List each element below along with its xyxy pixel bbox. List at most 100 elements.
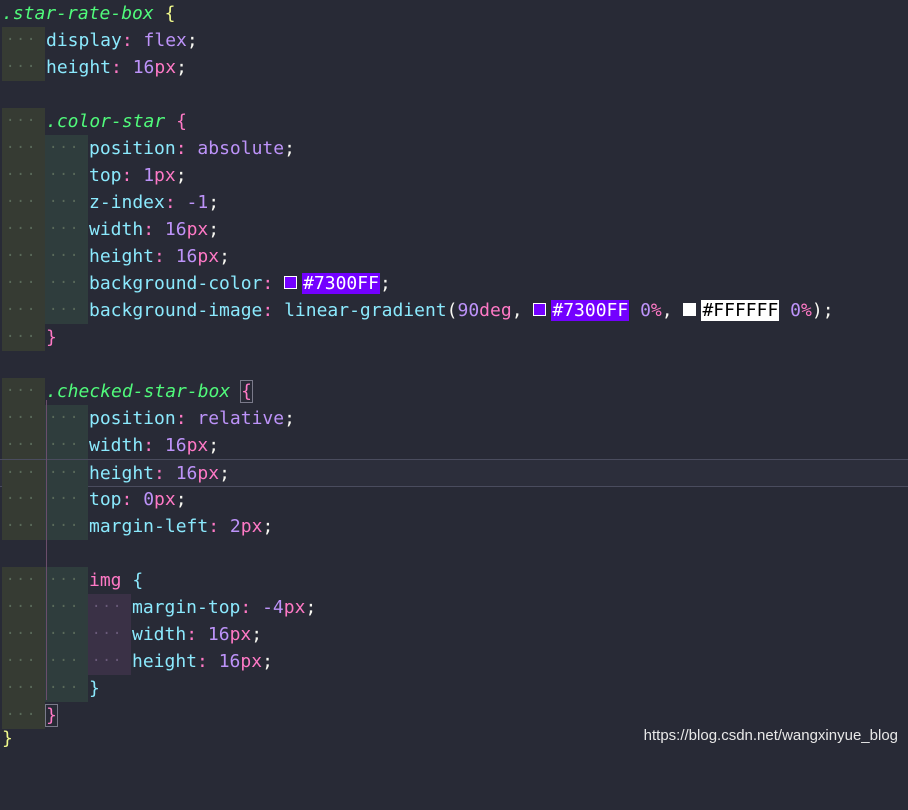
color-value: #FFFFFF (701, 300, 780, 321)
indent-guide: ··· (2, 135, 45, 162)
close-brace: } (46, 327, 57, 348)
open-brace: { (132, 570, 144, 591)
open-brace: { (164, 3, 176, 24)
indent-guide: ··· (2, 405, 45, 432)
indent-guide: ··· (45, 513, 88, 540)
code-line: ··· ··· ··· margin-top: -4px; (0, 594, 908, 621)
close-brace: } (89, 678, 100, 699)
indent-guide: ··· (2, 324, 45, 351)
property: width (89, 435, 144, 456)
code-line: ··· ··· ··· width: 16px; (0, 621, 908, 648)
indent-guide: ··· (45, 243, 88, 270)
indent-guide: ··· (45, 648, 88, 675)
code-line: ··· ··· img { (0, 567, 908, 594)
indent-guide: ··· (45, 675, 88, 702)
value: absolute (197, 138, 285, 159)
indent-guide: ··· (2, 378, 45, 405)
indent-guide: ··· (45, 405, 88, 432)
indent-guide: ··· (45, 270, 88, 297)
code-line: ··· ··· background-image: linear-gradien… (0, 297, 908, 324)
indent-guide: ··· (2, 27, 45, 54)
color-swatch[interactable] (683, 302, 697, 316)
code-line: ··· ··· } (0, 675, 908, 702)
code-line: ··· ··· width: 16px; (0, 432, 908, 459)
code-line: ··· ··· height: 16px; (0, 243, 908, 270)
property: z-index (89, 192, 165, 213)
property: margin-top (132, 597, 241, 618)
property: height (89, 246, 155, 267)
current-line[interactable]: ··· ··· height: 16px; (0, 459, 908, 487)
code-line: .star-rate-box { (0, 0, 908, 27)
selector: .star-rate-box (2, 3, 154, 24)
indent-guide: ··· (2, 270, 45, 297)
property: height (46, 57, 112, 78)
function-name: linear-gradient (284, 300, 447, 321)
code-line: ··· ··· ··· height: 16px; (0, 648, 908, 675)
indent-guide: ··· (45, 297, 88, 324)
indent-guide: ··· (2, 460, 45, 487)
indent-guide: ··· (45, 460, 88, 487)
code-line: ··· ··· z-index: -1; (0, 189, 908, 216)
indent-guide: ··· (45, 162, 88, 189)
code-line: ··· } (0, 324, 908, 351)
watermark: https://blog.csdn.net/wangxinyue_blog (643, 727, 898, 744)
indent-guide: ··· (2, 675, 45, 702)
code-line: ··· ··· top: 0px; (0, 486, 908, 513)
code-line: ··· ··· width: 16px; (0, 216, 908, 243)
property: position (89, 408, 176, 429)
code-line: ··· ··· top: 1px; (0, 162, 908, 189)
color-swatch[interactable] (284, 275, 298, 289)
property: height (132, 651, 198, 672)
code-line: ··· ··· margin-left: 2px; (0, 513, 908, 540)
close-brace: } (45, 704, 58, 727)
indent-guide: ··· (2, 432, 45, 459)
color-value: #7300FF (302, 273, 380, 294)
code-line: ··· display: flex; (0, 27, 908, 54)
code-line: ··· ··· background-color: #7300FF; (0, 270, 908, 297)
indent-guide: ··· (2, 189, 45, 216)
indent-guide: ··· (88, 594, 131, 621)
indent-guide: ··· (45, 216, 88, 243)
value: flex (143, 30, 187, 51)
property: position (89, 138, 176, 159)
selector: img (89, 570, 122, 591)
indent-guide: ··· (2, 54, 45, 81)
indent-guide: ··· (2, 648, 45, 675)
selector: .checked-star-box (46, 381, 231, 402)
indent-guide: ··· (2, 621, 45, 648)
property: display (46, 30, 122, 51)
property: top (89, 489, 122, 510)
property: background-color (89, 273, 263, 294)
code-line: ··· height: 16px; (0, 54, 908, 81)
indent-guide: ··· (2, 594, 45, 621)
indent-guide: ··· (45, 594, 88, 621)
color-swatch[interactable] (533, 302, 547, 316)
property: margin-left (89, 516, 209, 537)
close-brace: } (2, 728, 13, 749)
selector: .color-star (46, 111, 166, 132)
property: width (132, 624, 187, 645)
property: background-image (89, 300, 263, 321)
property: height (89, 463, 155, 484)
open-brace: { (176, 111, 187, 132)
code-editor[interactable]: .star-rate-box { ··· display: flex; ··· … (0, 0, 908, 752)
property: width (89, 219, 144, 240)
indent-guide: ··· (45, 621, 88, 648)
indent-guide: ··· (45, 567, 88, 594)
value: relative (197, 408, 285, 429)
indent-guide: ··· (2, 297, 45, 324)
indent-guide: ··· (45, 486, 88, 513)
indent-guide: ··· (88, 621, 131, 648)
color-value: #7300FF (551, 300, 630, 321)
bracket-match-rule (46, 400, 47, 700)
indent-guide: ··· (45, 189, 88, 216)
code-line: ··· .checked-star-box { (0, 378, 908, 405)
property: top (89, 165, 122, 186)
indent-guide: ··· (88, 648, 131, 675)
indent-guide: ··· (2, 108, 45, 135)
indent-guide: ··· (2, 567, 45, 594)
open-brace: { (240, 380, 253, 403)
indent-guide: ··· (45, 432, 88, 459)
